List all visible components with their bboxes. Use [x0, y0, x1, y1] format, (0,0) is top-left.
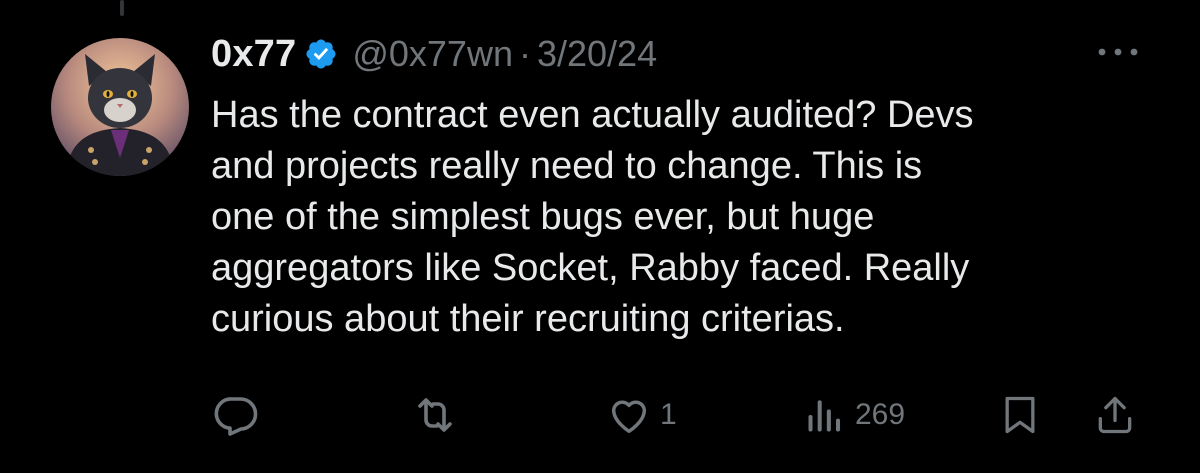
views-button[interactable]: 269 [803, 390, 905, 440]
thread-connector-line [120, 0, 124, 16]
tweet-text-line: Has the contract even actually audited? … [211, 94, 974, 136]
like-button[interactable]: 1 [606, 390, 677, 440]
reply-icon [214, 397, 258, 436]
avatar-image [51, 38, 189, 176]
header-separator: · [518, 33, 531, 74]
views-count: 269 [855, 398, 906, 431]
share-icon [1098, 396, 1132, 434]
tweet-text: Has the contract even actually audited? … [211, 90, 1131, 345]
display-name[interactable]: 0x77 [211, 33, 296, 76]
tweet-text-line: aggregators like Socket, Rabby faced. Re… [211, 247, 970, 289]
avatar[interactable] [51, 38, 189, 176]
more-options-icon[interactable] [1094, 40, 1142, 64]
retweet-button[interactable] [410, 390, 460, 440]
user-handle[interactable]: @0x77wn [352, 33, 513, 75]
bookmark-button[interactable] [998, 390, 1042, 440]
share-button[interactable] [1093, 390, 1137, 440]
retweet-icon [418, 398, 452, 432]
verified-badge-icon [306, 39, 336, 69]
like-count: 1 [660, 398, 677, 431]
heart-icon [611, 400, 647, 434]
tweet-text-line: curious about their recruiting criterias… [211, 298, 845, 340]
tweet-text-line: and projects really need to change. This… [211, 145, 923, 187]
tweet-header: 0x77 @0x77wn · 3/20/24 [211, 28, 657, 80]
tweet-date[interactable]: 3/20/24 [537, 33, 657, 75]
tweet-text-line: one of the simplest bugs ever, but huge [211, 196, 875, 238]
bookmark-icon [1005, 396, 1035, 434]
reply-button[interactable] [212, 390, 260, 440]
views-icon [808, 400, 841, 432]
